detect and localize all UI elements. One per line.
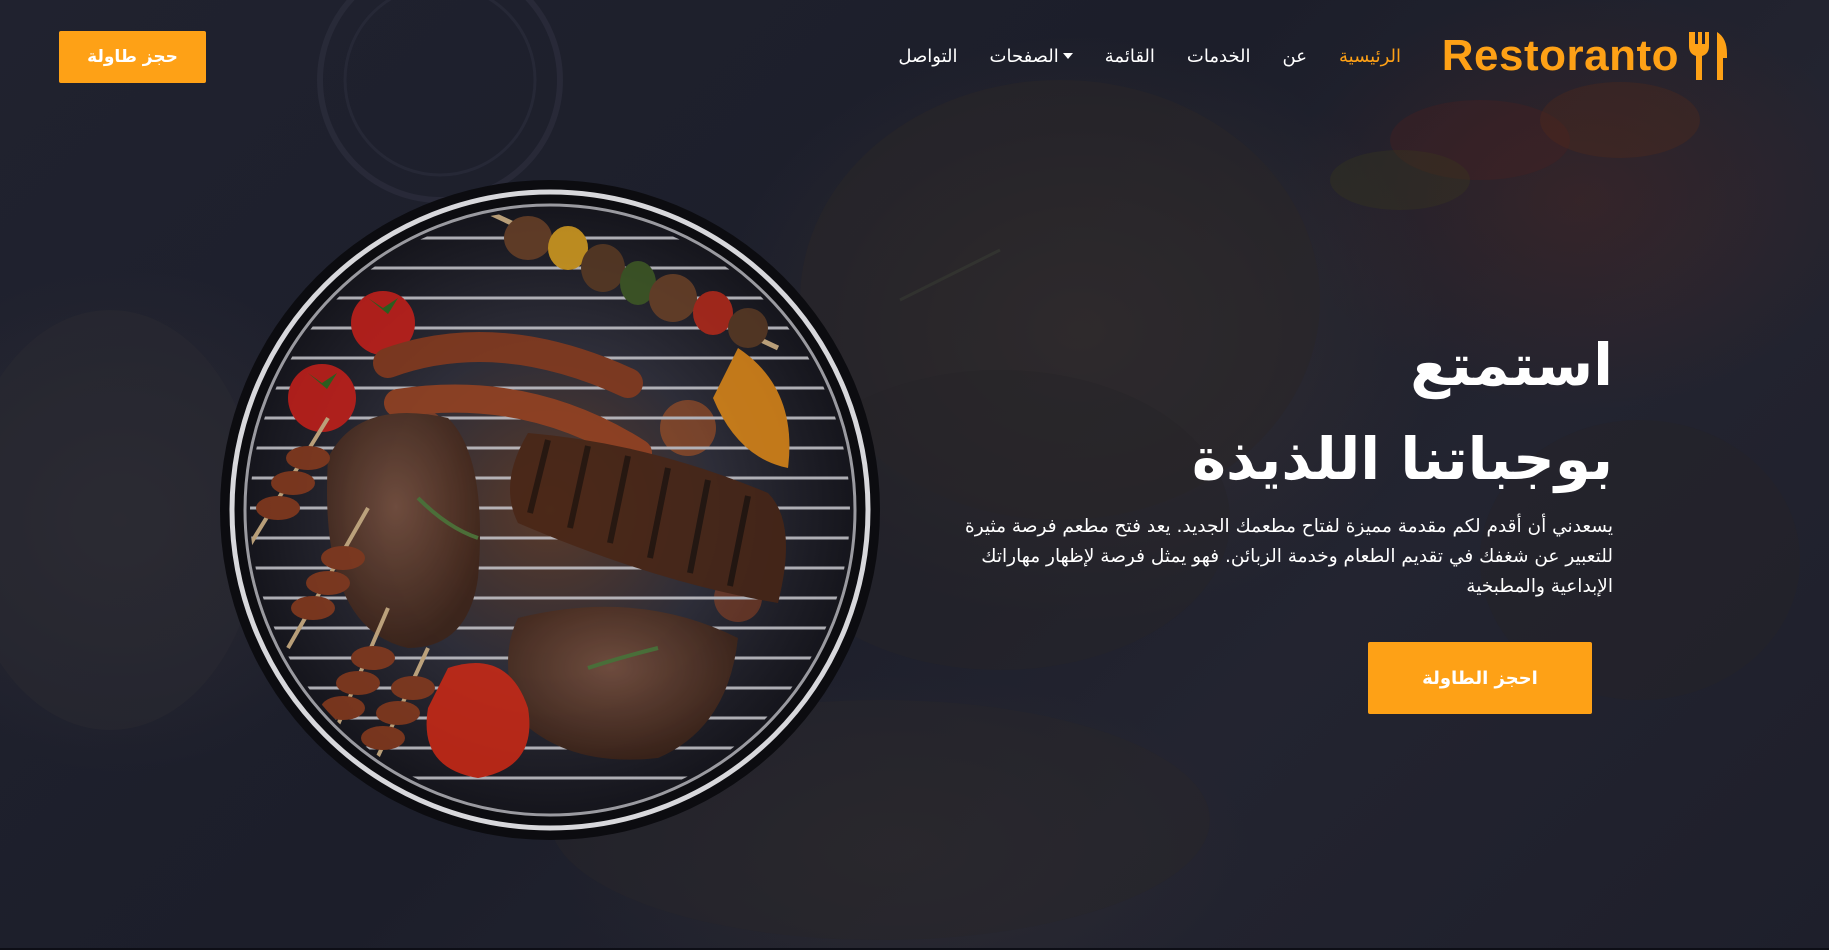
- nav-item-label: الرئيسية: [1339, 45, 1401, 67]
- nav-item-label: الخدمات: [1186, 45, 1251, 67]
- hero-description: يسعدني أن أقدم لكم مقدمة مميزة لفتاح مطع…: [965, 516, 1613, 597]
- nav-item-about[interactable]: عن: [1267, 46, 1323, 67]
- hero-title-line1: استمتع: [1410, 331, 1613, 399]
- fork-knife-icon: [1689, 32, 1727, 80]
- brand-logo[interactable]: Restoranto: [1442, 28, 1731, 84]
- nav-item-contact[interactable]: التواصل: [882, 46, 973, 67]
- nav-item-label: عن: [1282, 45, 1307, 67]
- caret-down-icon: [1062, 53, 1073, 59]
- hero-title: استمتع بوجباتنا اللذيذة: [1013, 318, 1613, 506]
- nav-links: الرئيسية عن الخدمات القائمة الصفحات التو…: [882, 38, 1417, 74]
- nav-item-services[interactable]: الخدمات: [1171, 46, 1267, 67]
- hero-title-line2: بوجباتنا اللذيذة: [1191, 425, 1613, 493]
- book-table-hero-button[interactable]: احجز الطاولة: [1368, 642, 1592, 714]
- book-table-nav-button[interactable]: حجز طاولة: [59, 31, 206, 83]
- nav-item-label: التواصل: [898, 45, 958, 67]
- nav-item-menu[interactable]: القائمة: [1089, 46, 1171, 67]
- nav-item-label: الصفحات: [989, 45, 1059, 67]
- grilled-meat-bbq-image: [220, 180, 880, 840]
- nav-item-label: القائمة: [1104, 45, 1155, 67]
- nav-item-home[interactable]: الرئيسية: [1323, 46, 1417, 67]
- navbar: Restoranto الرئيسية عن الخدمات القائمة ا…: [0, 0, 1829, 112]
- nav-item-pages-dropdown[interactable]: الصفحات: [974, 46, 1089, 67]
- hero-section: Restoranto الرئيسية عن الخدمات القائمة ا…: [0, 0, 1829, 948]
- brand-name: Restoranto: [1441, 31, 1679, 80]
